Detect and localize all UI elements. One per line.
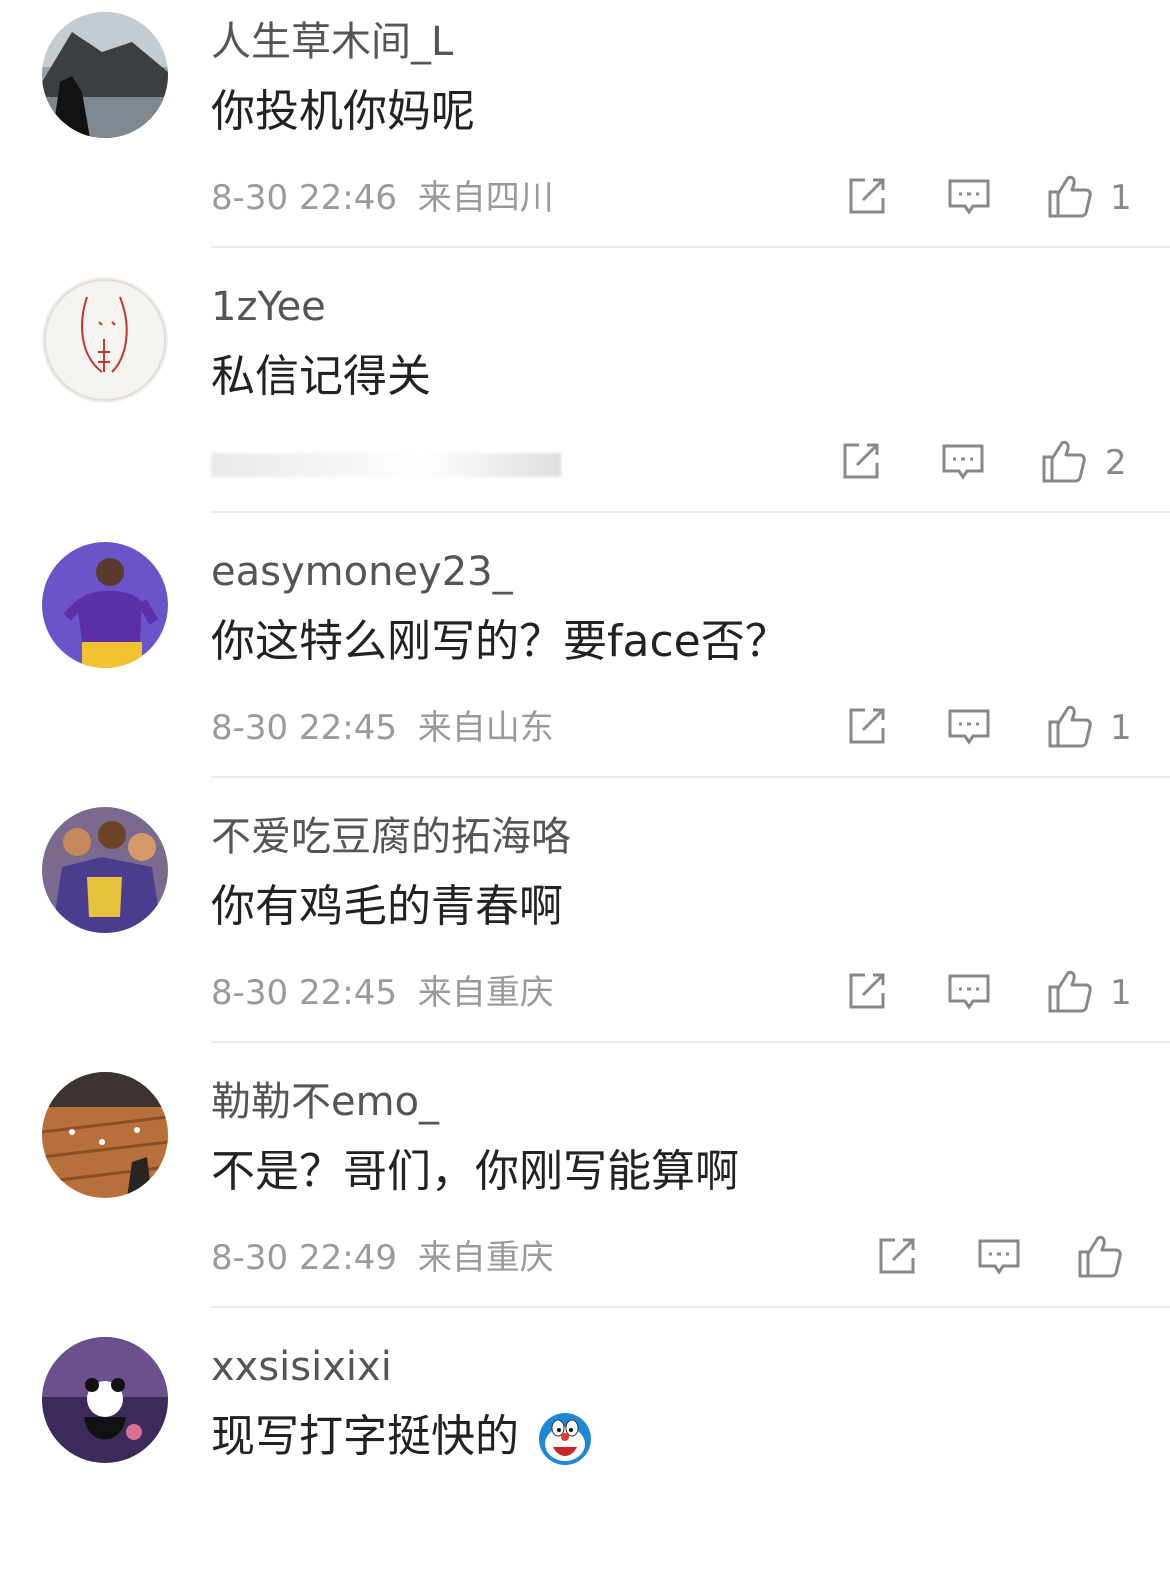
like-count: 1	[1110, 708, 1132, 748]
username[interactable]: xxsisixixi	[211, 1339, 392, 1395]
share-icon[interactable]	[843, 172, 891, 220]
avatar[interactable]	[42, 12, 168, 138]
comment-text: 你投机你妈呢	[211, 86, 475, 137]
like-icon[interactable]	[1040, 437, 1088, 485]
comment-text: 私信记得关	[211, 351, 431, 402]
comment-location: 来自重庆	[417, 973, 554, 1013]
comment-time: 8-30 22:45	[211, 973, 397, 1013]
comment-location: 来自四川	[417, 178, 554, 218]
comment-item: 不爱吃豆腐的拓海咯 你有鸡毛的青春啊 8-30 22:45 来自重庆 1	[0, 795, 1170, 1060]
like-icon[interactable]	[1046, 172, 1094, 220]
divider	[211, 246, 1170, 248]
blurred-meta	[211, 453, 561, 477]
username[interactable]: 人生草木间_L	[211, 14, 453, 70]
username[interactable]: 勒勒不emo_	[211, 1074, 439, 1130]
username[interactable]: 不爱吃豆腐的拓海咯	[211, 809, 571, 865]
divider	[211, 511, 1170, 513]
share-icon[interactable]	[837, 437, 885, 485]
share-icon[interactable]	[843, 702, 891, 750]
avatar[interactable]	[42, 277, 168, 403]
comment-meta: 8-30 22:49 来自重庆	[211, 1228, 554, 1288]
divider	[211, 1306, 1170, 1308]
comment-time: 8-30 22:45	[211, 708, 397, 748]
avatar[interactable]	[42, 1337, 168, 1463]
comment-item: easymoney23_ 你这特么刚写的？要face否？ 8-30 22:45 …	[0, 530, 1170, 795]
avatar[interactable]	[42, 542, 168, 668]
divider	[211, 776, 1170, 778]
comment-time: 8-30 22:49	[211, 1238, 397, 1278]
comment-meta: 8-30 22:46 来自四川	[211, 168, 554, 228]
like-count: 2	[1105, 443, 1127, 483]
like-count: 1	[1110, 973, 1132, 1013]
like-icon[interactable]	[1046, 702, 1094, 750]
comment-text-content: 现写打字挺快的	[211, 1411, 519, 1462]
divider	[211, 1041, 1170, 1043]
comment-location: 来自重庆	[417, 1238, 554, 1278]
comment-text: 你这特么刚写的？要face否？	[211, 616, 789, 667]
comment-meta: 8-30 22:45 来自重庆	[211, 963, 554, 1023]
comment-icon[interactable]	[945, 702, 993, 750]
like-icon[interactable]	[1046, 967, 1094, 1015]
comment-item: xxsisixixi 现写打字挺快的	[0, 1325, 1170, 1590]
comment-icon[interactable]	[975, 1232, 1023, 1280]
comment-icon[interactable]	[945, 172, 993, 220]
like-icon[interactable]	[1076, 1232, 1124, 1280]
comment-time: 8-30 22:46	[211, 178, 397, 218]
doraemon-emoji	[539, 1413, 591, 1465]
comment-item: 勒勒不emo_ 不是？哥们，你刚写能算啊 8-30 22:49 来自重庆	[0, 1060, 1170, 1325]
comment-item: 人生草木间_L 你投机你妈呢 8-30 22:46 来自四川 1	[0, 0, 1170, 265]
share-icon[interactable]	[873, 1232, 921, 1280]
comment-location: 来自山东	[417, 708, 554, 748]
comment-text: 你有鸡毛的青春啊	[211, 881, 563, 932]
avatar[interactable]	[42, 807, 168, 933]
username[interactable]: 1zYee	[211, 279, 326, 335]
username[interactable]: easymoney23_	[211, 544, 513, 600]
comment-icon[interactable]	[939, 437, 987, 485]
like-count: 1	[1110, 178, 1132, 218]
comment-text: 现写打字挺快的	[211, 1407, 593, 1467]
share-icon[interactable]	[843, 967, 891, 1015]
comment-meta: 8-30 22:45 来自山东	[211, 698, 554, 758]
avatar[interactable]	[42, 1072, 168, 1198]
comment-text: 不是？哥们，你刚写能算啊	[211, 1146, 739, 1197]
comment-item: 1zYee 私信记得关 2	[0, 265, 1170, 530]
comment-icon[interactable]	[945, 967, 993, 1015]
